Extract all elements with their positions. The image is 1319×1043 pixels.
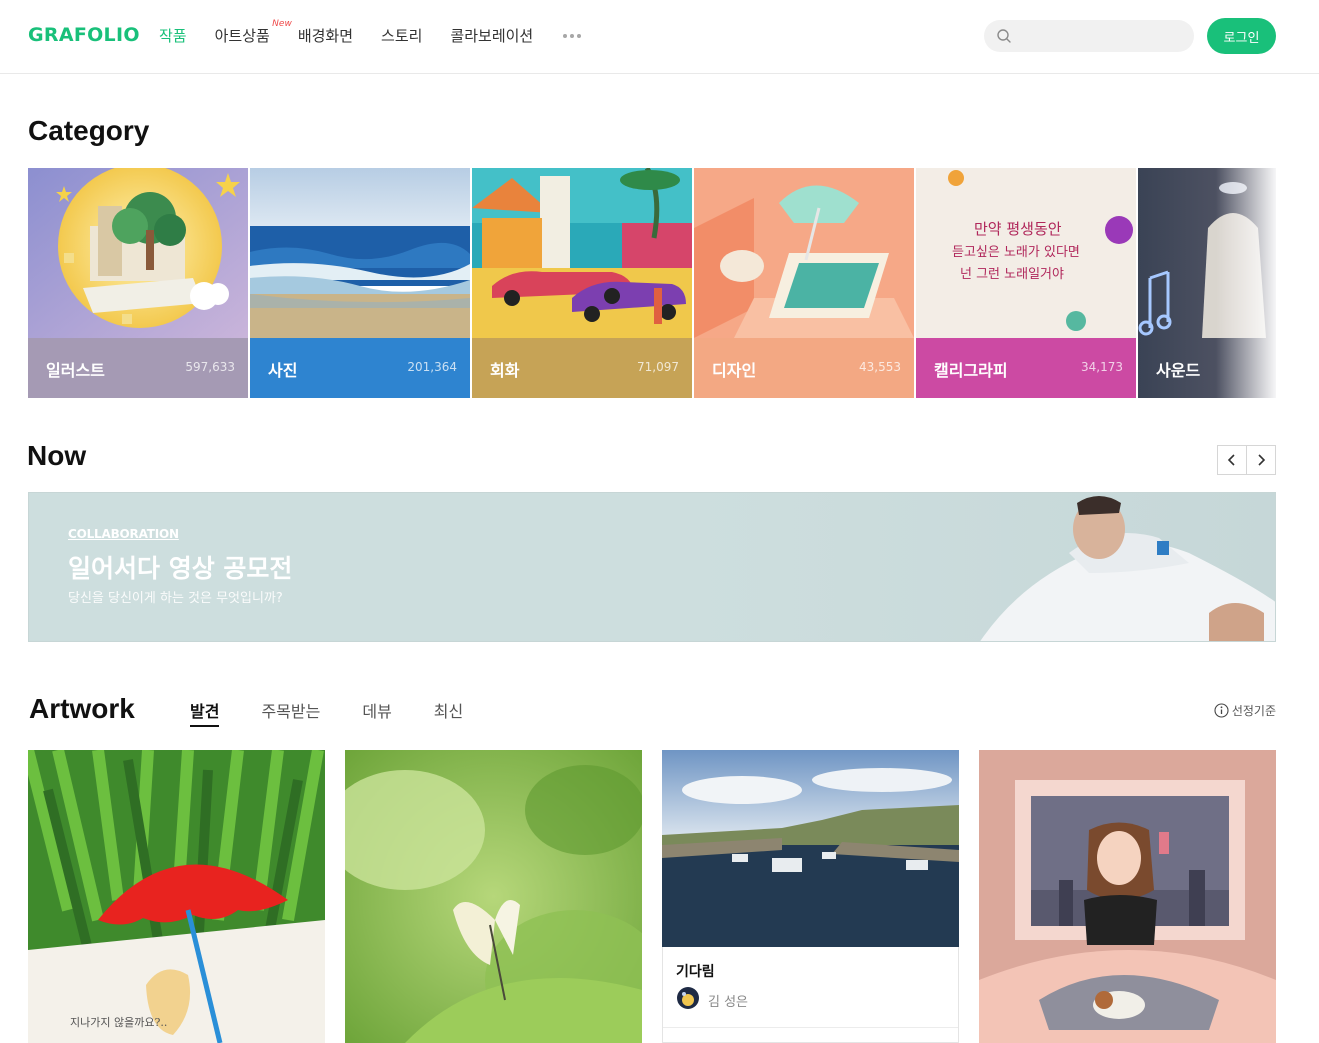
avatar[interactable] xyxy=(677,987,699,1009)
top-header: GRAFOLIO 작품 아트상품 New 배경화면 스토리 콜라보레이션 로그인 xyxy=(0,0,1319,74)
main-nav: 작품 아트상품 New 배경화면 스토리 콜라보레이션 xyxy=(159,19,583,46)
design-thumbnail xyxy=(694,168,914,338)
selection-criteria-label: 선정기준 xyxy=(1231,704,1276,718)
category-name: 캘리그라피 xyxy=(934,361,1008,380)
search-box[interactable] xyxy=(984,20,1194,52)
artwork-image xyxy=(345,750,642,1043)
category-name: 일러스트 xyxy=(46,361,105,380)
search-icon xyxy=(997,29,1011,43)
tab-latest[interactable]: 최신 xyxy=(434,698,463,727)
artwork-tabs: 발견 주목받는 데뷰 최신 xyxy=(190,698,505,727)
artwork-card-girl-selfie[interactable] xyxy=(979,750,1276,1043)
grafolio-logo[interactable]: GRAFOLIO xyxy=(28,24,140,46)
login-button[interactable]: 로그인 xyxy=(1207,18,1276,54)
category-tile-calligraphy[interactable]: 만약 평생동안 듣고싶은 노래가 있다면 넌 그런 노래일거야 캘리그라피 34… xyxy=(916,168,1136,398)
nav-item-art-goods-label: 아트상품 xyxy=(214,27,270,45)
artwork-card-butterfly[interactable] xyxy=(345,750,642,1043)
search-input[interactable] xyxy=(1018,26,1183,46)
artwork-image: 지나가지 않을까요?.. xyxy=(28,750,325,1043)
artwork-card-red-umbrella[interactable]: 지나가지 않을까요?.. xyxy=(28,750,325,1043)
banner-title: 일어서다 영상 공모전 xyxy=(68,554,293,583)
category-tile-design[interactable]: 디자인 43,553 xyxy=(694,168,914,398)
artwork-card-info: 기다림 김 성은 xyxy=(662,947,959,1043)
banner-person-image xyxy=(689,493,1275,641)
more-dots-icon[interactable] xyxy=(561,28,583,44)
category-count: 597,633 xyxy=(185,360,235,374)
tab-trending[interactable]: 주목받는 xyxy=(261,698,320,727)
category-name: 사진 xyxy=(268,361,298,380)
artwork-heading: Artwork xyxy=(29,693,135,724)
category-tile-illustration[interactable]: 일러스트 597,633 xyxy=(28,168,248,398)
artwork-title[interactable]: 기다림 xyxy=(676,961,715,981)
category-name: 사운드 xyxy=(1156,361,1201,380)
category-count: 34,173 xyxy=(1081,360,1123,374)
category-tile-sound[interactable]: 사운드 xyxy=(1138,168,1276,398)
calligraphy-text-line: 듣고싶은 노래가 있다면 xyxy=(952,245,1080,260)
now-heading: Now xyxy=(27,440,87,471)
category-count: 201,364 xyxy=(407,360,457,374)
calligraphy-thumbnail: 만약 평생동안 듣고싶은 노래가 있다면 넌 그런 노래일거야 xyxy=(916,168,1136,338)
artwork-image xyxy=(979,750,1276,1043)
category-count: 43,553 xyxy=(859,360,901,374)
artwork-author[interactable]: 김 성은 xyxy=(708,991,748,1010)
divider xyxy=(663,1027,958,1028)
tab-discover[interactable]: 발견 xyxy=(190,698,220,727)
artwork-image xyxy=(662,750,959,947)
chevron-right-icon[interactable] xyxy=(1246,446,1275,474)
artwork-card-harbor[interactable]: 기다림 김 성은 xyxy=(662,750,959,1043)
nav-item-wallpapers[interactable]: 배경화면 xyxy=(298,25,353,46)
info-icon xyxy=(1214,703,1229,718)
category-tile-painting[interactable]: 회화 71,097 xyxy=(472,168,692,398)
new-badge: New xyxy=(272,19,292,29)
calligraphy-text-line: 만약 평생동안 xyxy=(974,220,1062,238)
illustration-thumbnail xyxy=(28,168,248,338)
nav-item-collaboration[interactable]: 콜라보레이션 xyxy=(450,25,533,46)
now-banner[interactable]: COLLABORATION 일어서다 영상 공모전 당신을 당신이게 하는 것은… xyxy=(28,492,1276,642)
category-name: 디자인 xyxy=(712,361,757,380)
photo-thumbnail xyxy=(250,168,470,338)
painting-thumbnail xyxy=(472,168,692,338)
banner-subtitle: 당신을 당신이게 하는 것은 무엇입니까? xyxy=(68,591,283,606)
calligraphy-text-line: 넌 그런 노래일거야 xyxy=(960,267,1064,282)
selection-criteria-link[interactable]: 선정기준 xyxy=(1214,702,1276,719)
artwork-handwritten-text: 지나가지 않을까요?.. xyxy=(70,1016,167,1029)
banner-eyebrow[interactable]: COLLABORATION xyxy=(68,527,179,541)
nav-item-art-goods[interactable]: 아트상품 New xyxy=(214,19,292,46)
chevron-left-icon[interactable] xyxy=(1218,446,1246,474)
category-count: 71,097 xyxy=(637,360,679,374)
nav-item-stories[interactable]: 스토리 xyxy=(381,25,422,46)
category-name: 회화 xyxy=(490,361,520,380)
nav-item-artworks[interactable]: 작품 xyxy=(159,25,187,46)
tab-debut[interactable]: 데뷰 xyxy=(362,698,391,727)
category-carousel: 일러스트 597,633 사진 201,364 회화 71,097 디자인 43… xyxy=(28,168,1276,398)
category-tile-photo[interactable]: 사진 201,364 xyxy=(250,168,470,398)
now-carousel-controls xyxy=(1217,445,1276,475)
category-heading: Category xyxy=(28,115,150,146)
